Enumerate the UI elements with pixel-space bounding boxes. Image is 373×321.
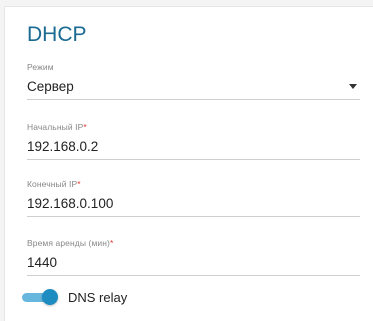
mode-value: Сервер bbox=[27, 79, 74, 94]
required-mark: * bbox=[77, 179, 81, 189]
lease-time-field[interactable]: Время аренды (мин)* 1440 bbox=[27, 238, 360, 276]
toggle-knob[interactable] bbox=[42, 289, 58, 305]
lease-time-input[interactable]: 1440 bbox=[27, 255, 360, 276]
caret-down-icon[interactable] bbox=[349, 84, 357, 89]
end-ip-input[interactable]: 192.168.0.100 bbox=[27, 196, 360, 217]
dns-relay-label: DNS relay bbox=[68, 289, 128, 305]
mode-label: Режим bbox=[27, 62, 54, 72]
start-ip-field[interactable]: Начальный IP* 192.168.0.2 bbox=[27, 122, 360, 160]
dns-relay-toggle[interactable] bbox=[22, 289, 58, 305]
dns-relay-row[interactable]: DNS relay bbox=[22, 289, 127, 305]
start-ip-label: Начальный IP* bbox=[27, 122, 87, 132]
end-ip-field[interactable]: Конечный IP* 192.168.0.100 bbox=[27, 179, 360, 217]
required-mark: * bbox=[83, 122, 87, 132]
mode-select[interactable]: Режим Сервер bbox=[27, 62, 360, 100]
section-title: DHCP bbox=[27, 23, 87, 46]
required-mark: * bbox=[110, 238, 114, 248]
dhcp-panel: DHCP Режим Сервер Начальный IP* 192.168.… bbox=[4, 6, 373, 321]
end-ip-label: Конечный IP* bbox=[27, 179, 81, 189]
start-ip-input[interactable]: 192.168.0.2 bbox=[27, 139, 360, 160]
mode-value-row[interactable]: Сервер bbox=[27, 79, 360, 100]
lease-time-label: Время аренды (мин)* bbox=[27, 238, 114, 248]
